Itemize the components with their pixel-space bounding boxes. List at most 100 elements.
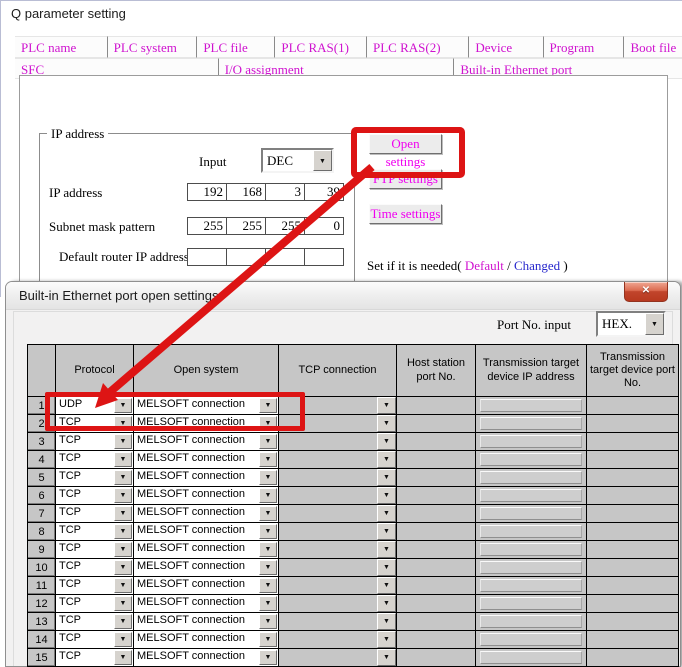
tab-program[interactable]: Program [543, 36, 624, 58]
chevron-down-icon[interactable]: ▼ [114, 614, 132, 629]
chevron-down-icon[interactable]: ▼ [114, 470, 132, 485]
chevron-down-icon[interactable]: ▼ [114, 416, 132, 431]
chevron-down-icon[interactable]: ▼ [114, 542, 132, 557]
protocol-dropdown[interactable]: TCP▼ [56, 469, 134, 487]
tcp-connection-dropdown[interactable]: ▼ [279, 577, 397, 595]
input-mode-select[interactable]: DEC ▼ [261, 148, 334, 173]
ip-octet-field[interactable]: 39 [304, 183, 344, 201]
chevron-down-icon[interactable]: ▼ [377, 577, 396, 594]
tcp-connection-dropdown[interactable]: ▼ [279, 631, 397, 649]
chevron-down-icon[interactable]: ▼ [377, 451, 396, 468]
close-icon[interactable]: ✕ [624, 282, 668, 302]
tab-plc-system[interactable]: PLC system [107, 36, 197, 58]
tcp-connection-dropdown[interactable]: ▼ [279, 595, 397, 613]
chevron-down-icon[interactable]: ▼ [259, 542, 277, 557]
protocol-dropdown[interactable]: TCP▼ [56, 559, 134, 577]
protocol-dropdown[interactable]: TCP▼ [56, 613, 134, 631]
tcp-connection-dropdown[interactable]: ▼ [279, 469, 397, 487]
chevron-down-icon[interactable]: ▼ [377, 397, 396, 414]
tcp-connection-dropdown[interactable]: ▼ [279, 613, 397, 631]
chevron-down-icon[interactable]: ▼ [259, 434, 277, 449]
tcp-connection-dropdown[interactable]: ▼ [279, 487, 397, 505]
protocol-dropdown[interactable]: TCP▼ [56, 415, 134, 433]
subnet-octet-field[interactable]: 255 [187, 217, 227, 235]
chevron-down-icon[interactable]: ▼ [259, 632, 277, 647]
open-system-dropdown[interactable]: MELSOFT connection▼ [134, 541, 279, 559]
protocol-dropdown[interactable]: TCP▼ [56, 433, 134, 451]
chevron-down-icon[interactable]: ▼ [114, 398, 132, 413]
open-system-dropdown[interactable]: MELSOFT connection▼ [134, 397, 279, 415]
chevron-down-icon[interactable]: ▼ [259, 452, 277, 467]
router-octet-field[interactable] [187, 248, 227, 266]
port-no-input-select[interactable]: HEX. ▼ [596, 311, 666, 337]
chevron-down-icon[interactable]: ▼ [259, 596, 277, 611]
chevron-down-icon[interactable]: ▼ [313, 150, 332, 171]
tab-plc-name[interactable]: PLC name [15, 36, 107, 58]
protocol-dropdown[interactable]: TCP▼ [56, 631, 134, 649]
tcp-connection-dropdown[interactable]: ▼ [279, 649, 397, 667]
tcp-connection-dropdown[interactable]: ▼ [279, 451, 397, 469]
chevron-down-icon[interactable]: ▼ [377, 541, 396, 558]
tab-plc-file[interactable]: PLC file [196, 36, 274, 58]
open-system-dropdown[interactable]: MELSOFT connection▼ [134, 595, 279, 613]
open-system-dropdown[interactable]: MELSOFT connection▼ [134, 613, 279, 631]
chevron-down-icon[interactable]: ▼ [114, 632, 132, 647]
chevron-down-icon[interactable]: ▼ [645, 313, 664, 335]
subnet-octet-field[interactable]: 255 [226, 217, 266, 235]
open-system-dropdown[interactable]: MELSOFT connection▼ [134, 451, 279, 469]
time-settings-button[interactable]: Time settings [369, 204, 442, 224]
open-system-dropdown[interactable]: MELSOFT connection▼ [134, 487, 279, 505]
subnet-octet-field[interactable]: 0 [304, 217, 344, 235]
protocol-dropdown[interactable]: TCP▼ [56, 649, 134, 667]
dialog-titlebar[interactable]: Built-in Ethernet port open settings ✕ [6, 282, 680, 310]
chevron-down-icon[interactable]: ▼ [259, 578, 277, 593]
chevron-down-icon[interactable]: ▼ [377, 631, 396, 648]
open-system-dropdown[interactable]: MELSOFT connection▼ [134, 469, 279, 487]
chevron-down-icon[interactable]: ▼ [114, 434, 132, 449]
chevron-down-icon[interactable]: ▼ [259, 524, 277, 539]
tcp-connection-dropdown[interactable]: ▼ [279, 505, 397, 523]
chevron-down-icon[interactable]: ▼ [259, 614, 277, 629]
open-system-dropdown[interactable]: MELSOFT connection▼ [134, 559, 279, 577]
chevron-down-icon[interactable]: ▼ [114, 560, 132, 575]
tcp-connection-dropdown[interactable]: ▼ [279, 415, 397, 433]
chevron-down-icon[interactable]: ▼ [377, 505, 396, 522]
chevron-down-icon[interactable]: ▼ [114, 488, 132, 503]
ip-octet-field[interactable]: 3 [265, 183, 305, 201]
protocol-dropdown[interactable]: TCP▼ [56, 577, 134, 595]
router-octet-field[interactable] [265, 248, 305, 266]
protocol-dropdown[interactable]: TCP▼ [56, 505, 134, 523]
tcp-connection-dropdown[interactable]: ▼ [279, 523, 397, 541]
router-octet-field[interactable] [226, 248, 266, 266]
chevron-down-icon[interactable]: ▼ [114, 506, 132, 521]
chevron-down-icon[interactable]: ▼ [377, 415, 396, 432]
chevron-down-icon[interactable]: ▼ [114, 452, 132, 467]
chevron-down-icon[interactable]: ▼ [114, 524, 132, 539]
tab-boot-file[interactable]: Boot file [623, 36, 682, 58]
chevron-down-icon[interactable]: ▼ [259, 506, 277, 521]
ftp-settings-button[interactable]: FTP settings [369, 169, 442, 189]
router-octet-field[interactable] [304, 248, 344, 266]
open-system-dropdown[interactable]: MELSOFT connection▼ [134, 433, 279, 451]
chevron-down-icon[interactable]: ▼ [259, 416, 277, 431]
open-system-dropdown[interactable]: MELSOFT connection▼ [134, 523, 279, 541]
chevron-down-icon[interactable]: ▼ [259, 398, 277, 413]
protocol-dropdown[interactable]: TCP▼ [56, 595, 134, 613]
chevron-down-icon[interactable]: ▼ [114, 578, 132, 593]
open-system-dropdown[interactable]: MELSOFT connection▼ [134, 505, 279, 523]
chevron-down-icon[interactable]: ▼ [377, 487, 396, 504]
ip-octet-field[interactable]: 168 [226, 183, 266, 201]
chevron-down-icon[interactable]: ▼ [377, 613, 396, 630]
tab-plc-ras1[interactable]: PLC RAS(1) [274, 36, 366, 58]
ip-octet-field[interactable]: 192 [187, 183, 227, 201]
protocol-dropdown[interactable]: UDP▼ [56, 397, 134, 415]
chevron-down-icon[interactable]: ▼ [114, 596, 132, 611]
protocol-dropdown[interactable]: TCP▼ [56, 523, 134, 541]
protocol-dropdown[interactable]: TCP▼ [56, 451, 134, 469]
protocol-dropdown[interactable]: TCP▼ [56, 487, 134, 505]
note-changed-link[interactable]: Changed [514, 258, 560, 273]
chevron-down-icon[interactable]: ▼ [259, 470, 277, 485]
tcp-connection-dropdown[interactable]: ▼ [279, 433, 397, 451]
chevron-down-icon[interactable]: ▼ [377, 523, 396, 540]
subnet-octet-field[interactable]: 255 [265, 217, 305, 235]
